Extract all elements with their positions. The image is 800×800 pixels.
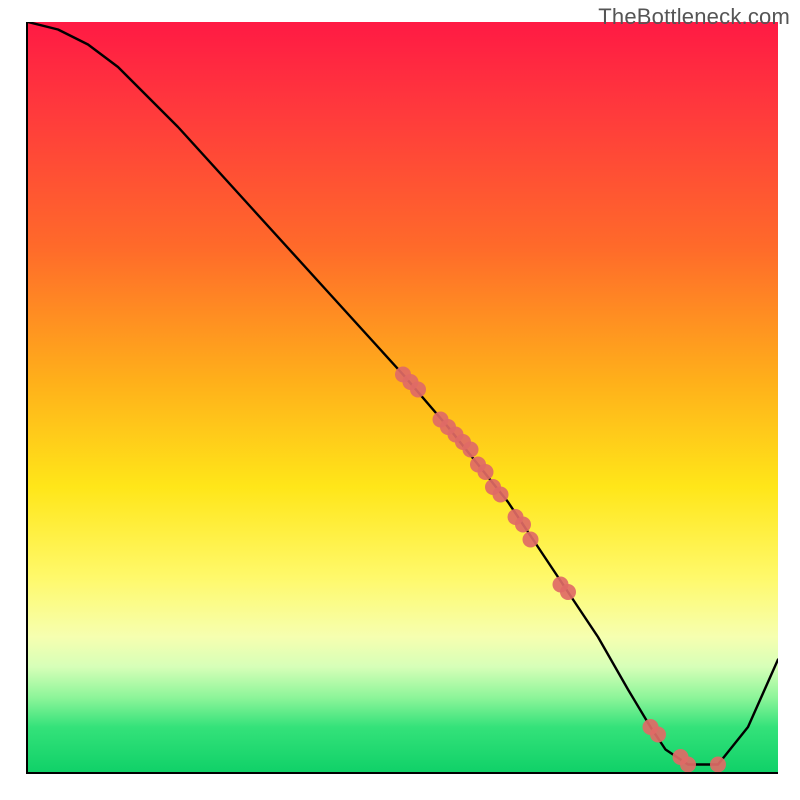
sample-point	[650, 727, 666, 743]
sample-point	[410, 382, 426, 398]
sample-point	[680, 757, 696, 773]
bottleneck-curve	[28, 22, 778, 765]
x-axis-line	[26, 772, 778, 774]
sample-point	[710, 757, 726, 773]
sample-point	[493, 487, 509, 503]
sample-point	[515, 517, 531, 533]
sample-point	[523, 532, 539, 548]
sample-points-group	[395, 367, 726, 773]
sample-point	[560, 584, 576, 600]
sample-point	[478, 464, 494, 480]
sample-point	[463, 442, 479, 458]
chart-overlay-svg	[28, 22, 778, 772]
